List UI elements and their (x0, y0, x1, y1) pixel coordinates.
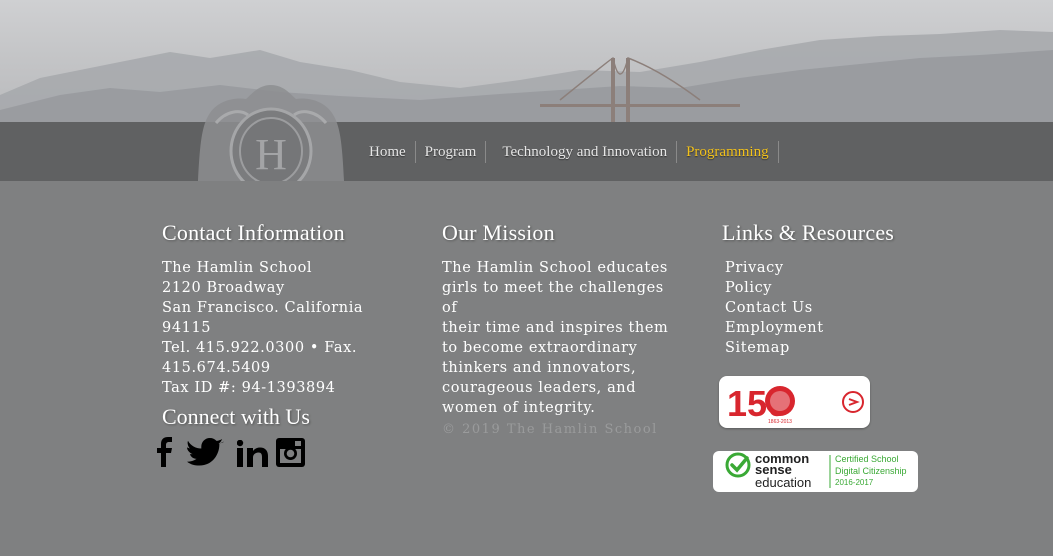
contact-column: Contact Information The Hamlin School 21… (162, 218, 422, 398)
crest-letter: H (255, 130, 287, 179)
contact-line: 415.674.5409 (162, 360, 271, 376)
contact-line: San Francisco. California (162, 300, 364, 316)
connect-heading: Connect with Us (162, 404, 310, 429)
link-privacy[interactable]: Privacy (722, 258, 942, 278)
mission-column: Our Mission The Hamlin School educates g… (442, 218, 682, 440)
anniversary-150-badge[interactable]: 150 1863-2013 (719, 376, 870, 428)
nav-technology-and-innovation[interactable]: Technology and Innovation (486, 141, 678, 163)
mission-line: to become extraordinary (442, 340, 638, 356)
contact-heading: Contact Information (162, 220, 345, 245)
cs-cert-line2: Digital Citizenship (835, 466, 907, 476)
mission-line: courageous leaders, and (442, 380, 637, 396)
main-nav: Home Program Technology and Innovation P… (360, 140, 779, 164)
cs-cert-line1: Certified School (835, 454, 899, 464)
links-heading: Links & Resources (722, 220, 895, 245)
common-sense-education-badge[interactable]: common sense education Certified School … (713, 451, 918, 492)
mission-line: thinkers and innovators, (442, 360, 637, 376)
anniversary-years: 1863-2013 (768, 419, 792, 425)
link-policy[interactable]: Policy (722, 278, 942, 298)
copyright-text: © 2019 The Hamlin School (442, 422, 658, 437)
link-employment[interactable]: Employment (722, 318, 942, 338)
mission-line: The Hamlin School educates (442, 260, 668, 276)
links-column: Links & Resources Privacy Policy Contact… (722, 218, 942, 358)
mission-heading: Our Mission (442, 220, 555, 245)
twitter-icon[interactable] (186, 438, 226, 472)
link-sitemap[interactable]: Sitemap (722, 338, 942, 358)
mission-line: women of integrity. (442, 400, 596, 416)
contact-line: The Hamlin School (162, 260, 313, 276)
nav-program[interactable]: Program (416, 141, 487, 163)
mission-line: girls to meet the challenges of (442, 280, 664, 316)
cs-cert-line3: 2016-2017 (835, 478, 874, 487)
cs-brand-line3: education (755, 475, 812, 490)
hero-background (0, 0, 1053, 122)
nav-home[interactable]: Home (360, 141, 416, 163)
linkedin-icon[interactable] (236, 439, 269, 472)
instagram-icon[interactable] (276, 438, 305, 471)
tax-id-line: Tax ID #: 94-1393894 (162, 380, 336, 396)
contact-line: 94115 (162, 320, 212, 336)
school-crest-logo[interactable]: H (196, 83, 346, 195)
contact-phone-line: Tel. 415.922.0300 • Fax. (162, 340, 358, 356)
facebook-icon[interactable] (152, 436, 176, 472)
link-contact-us[interactable]: Contact Us (722, 298, 942, 318)
contact-line: 2120 Broadway (162, 280, 285, 296)
nav-programming[interactable]: Programming (677, 141, 779, 163)
mission-line: their time and inspires them (442, 320, 669, 336)
